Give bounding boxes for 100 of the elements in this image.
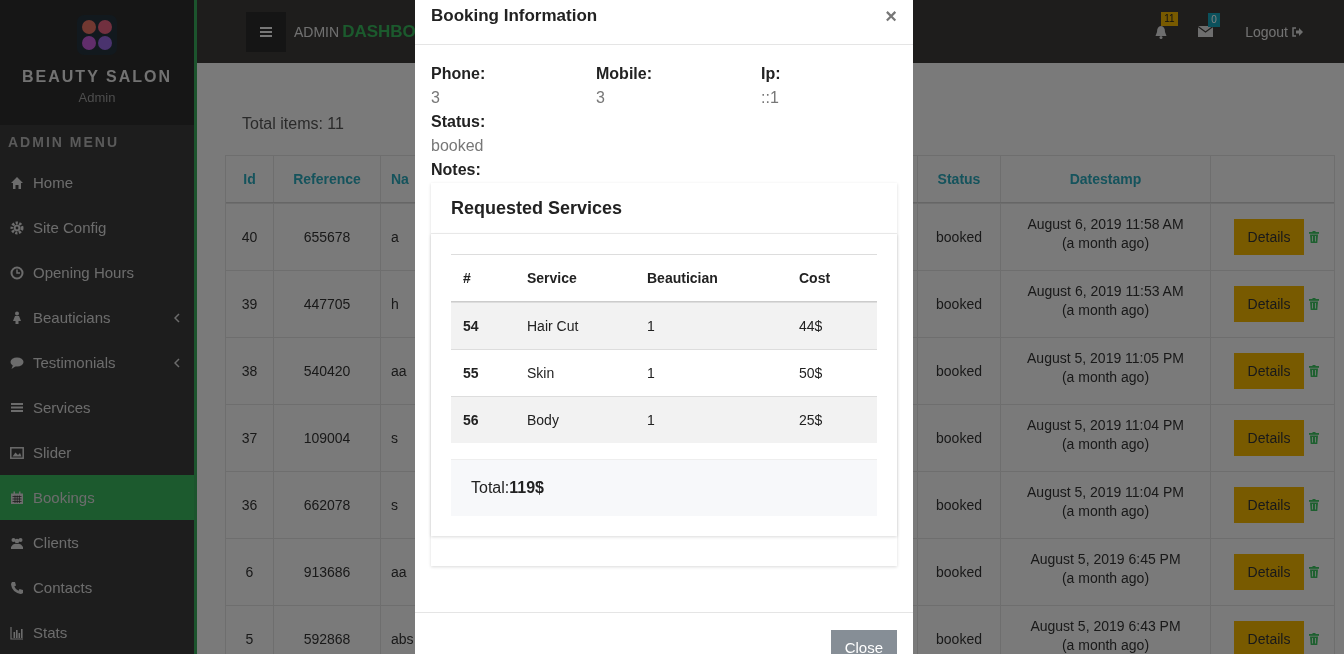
- total-items-text: Total items: 11: [242, 115, 344, 133]
- details-button[interactable]: Details: [1234, 554, 1304, 590]
- trash-icon[interactable]: [1309, 633, 1319, 645]
- table-cell-text: 25$: [798, 411, 824, 430]
- field-value: 3: [596, 88, 605, 108]
- relative-time-text: (a month ago): [1061, 435, 1150, 454]
- trash-icon[interactable]: [1309, 365, 1319, 377]
- table-cell-text: Hair Cut: [526, 317, 580, 336]
- column-header: Service: [526, 269, 578, 288]
- sidebar-item[interactable]: Opening Hours: [0, 250, 194, 295]
- close-button[interactable]: ×: [885, 6, 897, 26]
- table-cell-text: 39: [240, 295, 259, 314]
- details-button[interactable]: Details: [1234, 621, 1304, 654]
- field-value: booked: [431, 136, 484, 156]
- trash-icon[interactable]: [1309, 231, 1319, 243]
- users-icon: [10, 535, 24, 550]
- notification-badge: 11: [1161, 11, 1178, 26]
- column-header: Cost: [798, 269, 832, 288]
- table-cell: 540420: [273, 338, 380, 404]
- total-text: Total:119$: [471, 479, 544, 497]
- bell-icon[interactable]: [1154, 24, 1169, 39]
- table-cell: 913686: [273, 539, 380, 605]
- date-text: August 5, 2019 6:45 PM: [1030, 550, 1181, 569]
- person-icon: [10, 310, 24, 325]
- close-button[interactable]: Close: [830, 630, 897, 654]
- table-cell: 662078: [273, 472, 380, 538]
- field-value: ::1: [761, 88, 779, 108]
- table-cell-text: Skin: [526, 364, 556, 383]
- column-header: Beautician: [646, 269, 719, 288]
- table-cell: booked: [917, 271, 1000, 337]
- details-button[interactable]: Details: [1234, 353, 1304, 389]
- date-text: August 6, 2019 11:58 AM: [1027, 215, 1184, 234]
- table-cell-text: 40: [240, 228, 259, 247]
- bar-chart-icon: [10, 625, 24, 640]
- details-button[interactable]: Details: [1234, 219, 1304, 255]
- speech-bubble-icon: [10, 355, 24, 370]
- date-text: August 5, 2019 11:04 PM: [1027, 483, 1184, 502]
- table-cell-text: 1: [646, 411, 656, 430]
- table-cell-text: 6: [244, 563, 255, 582]
- trash-icon[interactable]: [1309, 298, 1319, 310]
- table-cell: 592868: [273, 606, 380, 654]
- field-label: Notes:: [431, 160, 481, 180]
- sidebar-item[interactable]: Site Config: [0, 205, 194, 250]
- relative-time-text: (a month ago): [1061, 569, 1150, 588]
- sidebar-item[interactable]: Slider: [0, 430, 194, 475]
- details-button[interactable]: Details: [1234, 420, 1304, 456]
- column-header: #: [462, 269, 472, 288]
- table-cell: booked: [917, 405, 1000, 471]
- sidebar-item[interactable]: Clients: [0, 520, 194, 565]
- table-cell: booked: [917, 338, 1000, 404]
- table-cell-text: 55: [462, 364, 480, 383]
- table-cell-text: 54: [462, 317, 480, 336]
- relative-time-text: (a month ago): [1061, 502, 1150, 521]
- sidebar-item[interactable]: Beauticians: [0, 295, 194, 340]
- relative-time-text: (a month ago): [1061, 301, 1150, 320]
- trash-icon[interactable]: [1309, 566, 1319, 578]
- date-text: August 5, 2019 11:05 PM: [1027, 349, 1184, 368]
- relative-time-text: (a month ago): [1061, 636, 1150, 654]
- sidebar-item[interactable]: Home: [0, 160, 194, 205]
- gear-icon: [10, 220, 24, 235]
- sidebar-item[interactable]: Services: [0, 385, 194, 430]
- menu-heading: ADMIN MENU: [7, 133, 120, 152]
- details-button[interactable]: Details: [1234, 286, 1304, 322]
- table-cell: 655678: [273, 204, 380, 270]
- column-header: Status: [917, 156, 1000, 202]
- field-label: Mobile:: [596, 64, 652, 84]
- logout-icon: [1292, 26, 1303, 37]
- envelope-icon[interactable]: [1198, 26, 1214, 37]
- details-button[interactable]: Details: [1234, 487, 1304, 523]
- date-text: August 5, 2019 11:04 PM: [1027, 416, 1184, 435]
- menu-toggle-button[interactable]: [246, 11, 286, 52]
- sidebar-item[interactable]: Stats: [0, 610, 194, 654]
- trash-icon[interactable]: [1309, 499, 1319, 511]
- clock-icon: [10, 265, 24, 280]
- table-cell-text: 1: [646, 317, 656, 336]
- table-cell-text: 37: [240, 429, 259, 448]
- calendar-icon: [10, 490, 24, 505]
- field-label: Status:: [431, 112, 486, 132]
- table-cell: booked: [917, 204, 1000, 270]
- trash-icon[interactable]: [1309, 432, 1319, 444]
- sidebar-item[interactable]: Contacts: [0, 565, 194, 610]
- field-value: 3: [431, 88, 440, 108]
- phone-icon: [10, 580, 24, 595]
- table-cell-text: 1: [646, 364, 656, 383]
- table-cell-text: Body: [526, 411, 560, 430]
- sidebar-item[interactable]: Testimonials: [0, 340, 194, 385]
- relative-time-text: (a month ago): [1061, 234, 1150, 253]
- brand-title: BEAUTY SALON: [22, 68, 172, 86]
- date-text: August 5, 2019 6:43 PM: [1030, 617, 1181, 636]
- relative-time-text: (a month ago): [1061, 368, 1150, 387]
- table-cell: 447705: [273, 271, 380, 337]
- field-label: Phone:: [431, 64, 486, 84]
- column-header: Reference: [273, 156, 380, 202]
- modal-title: Booking Information: [431, 6, 598, 26]
- list-icon: [10, 400, 24, 415]
- message-badge: 0: [1208, 13, 1220, 27]
- dashboard-title: DASHBO: [342, 21, 416, 42]
- home-icon: [10, 175, 24, 190]
- logout-link[interactable]: Logout: [1245, 23, 1303, 40]
- table-cell: booked: [917, 606, 1000, 654]
